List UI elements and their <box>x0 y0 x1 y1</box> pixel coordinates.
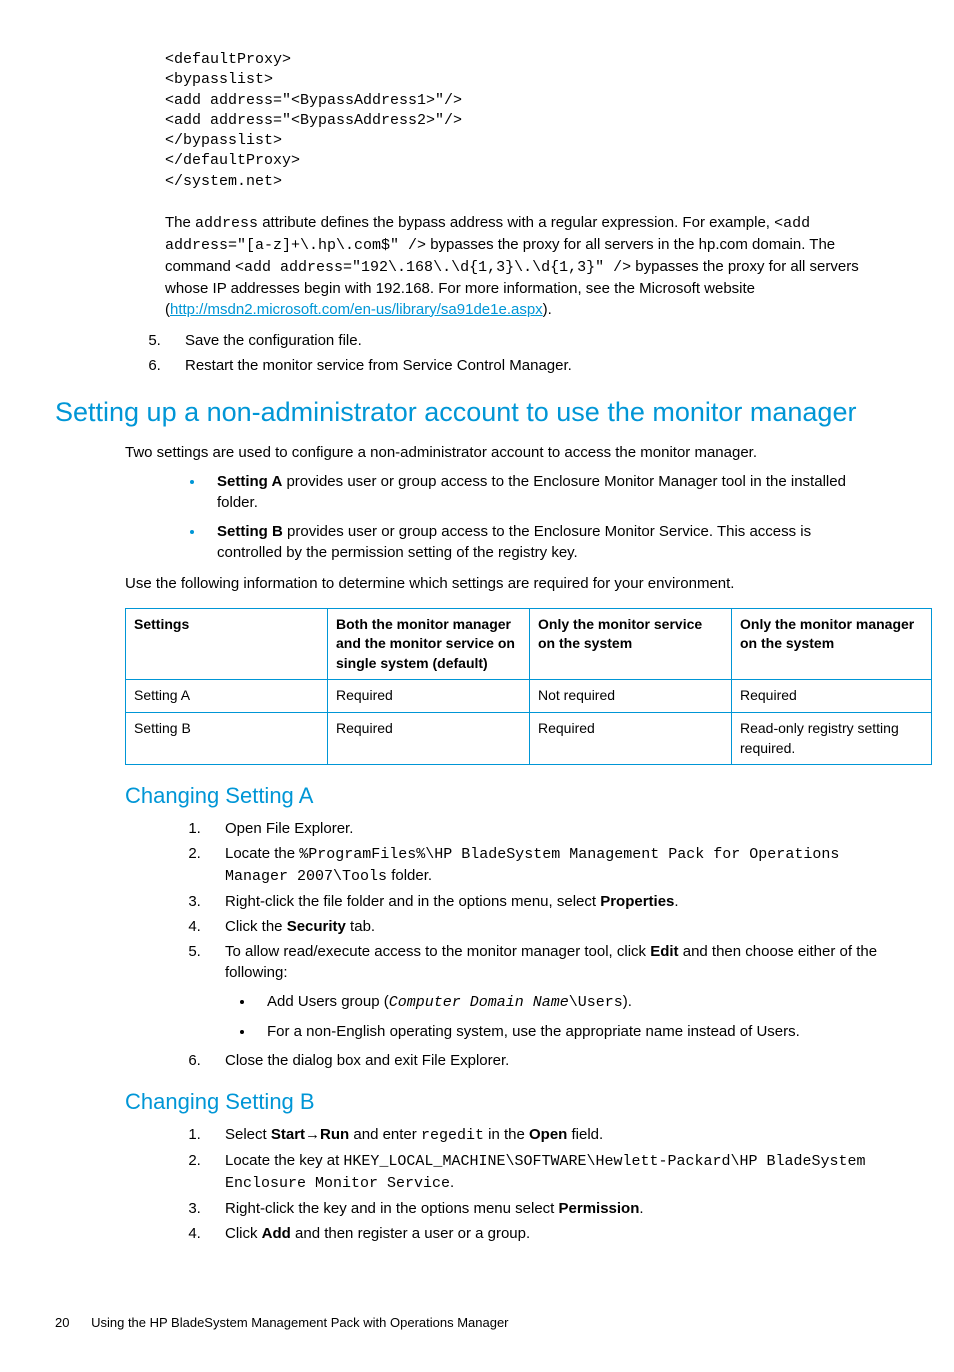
table-row: Setting B Required Required Read-only re… <box>126 712 932 764</box>
text: . <box>639 1200 643 1217</box>
table-cell: Setting B <box>126 712 328 764</box>
list-item: Restart the monitor service from Service… <box>165 355 879 376</box>
code-address: address <box>195 215 258 232</box>
changing-setting-b-heading: Changing Setting B <box>125 1087 879 1118</box>
text: and enter <box>349 1126 421 1143</box>
list-item: Save the configuration file. <box>165 330 879 351</box>
list-item: Locate the %ProgramFiles%\HP BladeSystem… <box>205 843 879 887</box>
text: To allow read/execute access to the moni… <box>225 943 650 960</box>
address-explanation-paragraph: The address attribute defines the bypass… <box>165 212 879 320</box>
add-label: Add <box>262 1225 291 1242</box>
changing-setting-a-heading: Changing Setting A <box>125 781 879 812</box>
list-item: To allow read/execute access to the moni… <box>205 941 879 983</box>
text: tab. <box>346 918 375 935</box>
run-label: Run <box>320 1126 349 1143</box>
text: Locate the <box>225 845 299 862</box>
table-row: Setting A Required Not required Required <box>126 680 932 713</box>
section-heading: Setting up a non-administrator account t… <box>55 394 879 432</box>
use-paragraph: Use the following information to determi… <box>125 573 879 594</box>
list-item: Open File Explorer. <box>205 818 879 839</box>
table-header: Both the monitor manager and the monitor… <box>328 608 530 680</box>
text: . <box>674 893 678 910</box>
start-label: Start <box>271 1126 305 1143</box>
text: Select <box>225 1126 271 1143</box>
users-code: \Users <box>569 994 623 1011</box>
settings-table: Settings Both the monitor manager and th… <box>125 608 932 766</box>
text: in the <box>484 1126 529 1143</box>
list-item: Close the dialog box and exit File Explo… <box>205 1050 879 1071</box>
text: folder. <box>387 867 432 884</box>
text: ). <box>623 993 632 1010</box>
list-item: Select Start→Run and enter regedit in th… <box>205 1124 879 1146</box>
list-item: Click the Security tab. <box>205 916 879 937</box>
text: and then register a user or a group. <box>291 1225 530 1242</box>
edit-label: Edit <box>650 943 678 960</box>
text: provides user or group access to the Enc… <box>217 523 811 561</box>
list-item: Right-click the file folder and in the o… <box>205 891 879 912</box>
text: Right-click the key and in the options m… <box>225 1200 559 1217</box>
settings-bullets: Setting A provides user or group access … <box>55 471 879 563</box>
table-cell: Required <box>530 712 732 764</box>
table-header: Settings <box>126 608 328 680</box>
security-label: Security <box>287 918 346 935</box>
domain-placeholder: Computer Domain Name <box>389 994 569 1011</box>
setting-b-label: Setting B <box>217 523 283 540</box>
footer-title: Using the HP BladeSystem Management Pack… <box>91 1315 508 1330</box>
text: Locate the key at <box>225 1152 343 1169</box>
list-item: Right-click the key and in the options m… <box>205 1198 879 1219</box>
continuation-list: Save the configuration file. Restart the… <box>55 330 879 376</box>
text: Click <box>225 1225 262 1242</box>
code-example-2: <add address="192\.168\.\d{1,3}\.\d{1,3}… <box>235 259 631 276</box>
path-code: %ProgramFiles%\HP BladeSystem Management… <box>225 846 839 885</box>
table-cell: Setting A <box>126 680 328 713</box>
text: provides user or group access to the Enc… <box>217 473 846 511</box>
text: . <box>450 1174 454 1191</box>
arrow-icon: → <box>305 1126 320 1143</box>
text: Right-click the file folder and in the o… <box>225 893 600 910</box>
text: Click the <box>225 918 287 935</box>
list-item: Setting A provides user or group access … <box>205 471 879 513</box>
msdn-link[interactable]: http://msdn2.microsoft.com/en-us/library… <box>170 301 543 318</box>
list-item: Locate the key at HKEY_LOCAL_MACHINE\SOF… <box>205 1150 879 1194</box>
properties-label: Properties <box>600 893 674 910</box>
text: The <box>165 214 195 231</box>
xml-code-block: <defaultProxy> <bypasslist> <add address… <box>165 50 879 192</box>
list-item: Setting B provides user or group access … <box>205 521 879 563</box>
list-item: Add Users group (Computer Domain Name\Us… <box>255 991 879 1013</box>
table-cell: Not required <box>530 680 732 713</box>
regedit-code: regedit <box>421 1127 484 1144</box>
table-cell: Required <box>328 680 530 713</box>
table-cell: Read-only registry setting required. <box>732 712 932 764</box>
text: field. <box>567 1126 603 1143</box>
setting-a-subbullets: Add Users group (Computer Domain Name\Us… <box>55 991 879 1042</box>
setting-a-label: Setting A <box>217 473 282 490</box>
open-label: Open <box>529 1126 567 1143</box>
text: Add Users group ( <box>267 993 389 1010</box>
text: ). <box>543 301 552 318</box>
page-footer: 20 Using the HP BladeSystem Management P… <box>55 1314 879 1332</box>
setting-b-steps: Select Start→Run and enter regedit in th… <box>55 1124 879 1244</box>
setting-a-steps-cont: Close the dialog box and exit File Explo… <box>55 1050 879 1071</box>
table-header: Only the monitor manager on the system <box>732 608 932 680</box>
table-cell: Required <box>732 680 932 713</box>
intro-paragraph: Two settings are used to configure a non… <box>125 442 879 463</box>
text: attribute defines the bypass address wit… <box>258 214 774 231</box>
setting-a-steps: Open File Explorer. Locate the %ProgramF… <box>55 818 879 983</box>
permission-label: Permission <box>559 1200 640 1217</box>
table-cell: Required <box>328 712 530 764</box>
page-number: 20 <box>55 1314 69 1332</box>
list-item: For a non-English operating system, use … <box>255 1021 879 1042</box>
table-header: Only the monitor service on the system <box>530 608 732 680</box>
list-item: Click Add and then register a user or a … <box>205 1223 879 1244</box>
